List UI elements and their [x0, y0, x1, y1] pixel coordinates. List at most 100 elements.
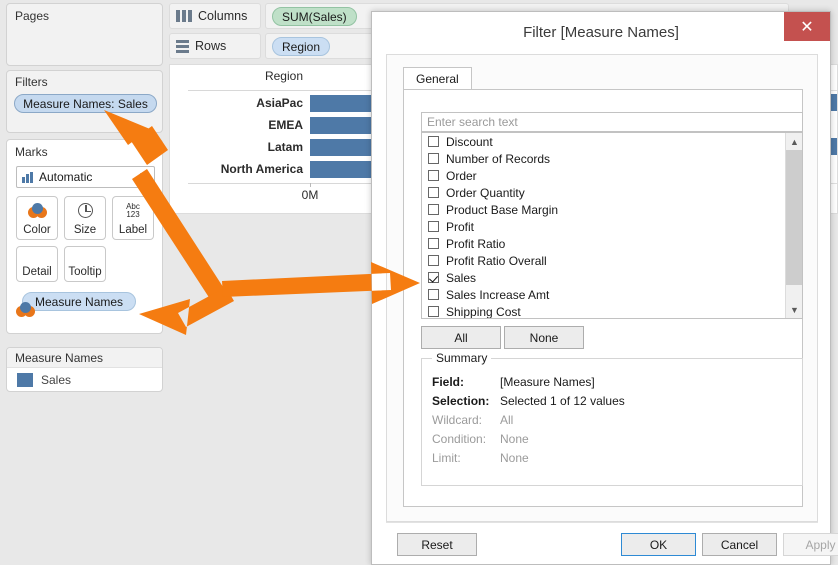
tab-strip: General	[403, 67, 472, 90]
list-item-label: Profit Ratio	[446, 237, 505, 251]
select-all-button[interactable]: All	[421, 326, 501, 349]
checkbox-unchecked[interactable]	[428, 255, 439, 266]
summary-row-key: Limit:	[432, 451, 494, 465]
checkbox-unchecked[interactable]	[428, 289, 439, 300]
legend-header: Measure Names	[7, 348, 162, 368]
list-item[interactable]: Sales	[422, 269, 802, 286]
marks-label-button[interactable]: Abc 123 Label	[112, 196, 154, 240]
ok-button[interactable]: OK	[621, 533, 696, 556]
checkbox-unchecked[interactable]	[428, 221, 439, 232]
apply-button: Apply	[783, 533, 838, 556]
footer-divider	[386, 522, 818, 523]
dialog-title-bar: Filter [Measure Names]	[372, 12, 830, 52]
legend-title: Measure Names	[15, 351, 103, 365]
marks-tooltip-button[interactable]: Tooltip	[64, 246, 106, 282]
list-item-label: Profit Ratio Overall	[446, 254, 547, 268]
list-item-label: Shipping Cost	[446, 305, 521, 319]
color-legend-card[interactable]: Measure Names Sales	[6, 347, 163, 392]
columns-pill-sum-sales[interactable]: SUM(Sales)	[272, 7, 357, 26]
legend-item[interactable]: Sales	[17, 373, 71, 387]
pages-card[interactable]: Pages	[6, 3, 163, 66]
pages-card-title: Pages	[15, 9, 49, 23]
marks-detail-label: Detail	[22, 266, 51, 278]
bar-category-label: AsiaPac	[198, 92, 303, 114]
checkbox-unchecked[interactable]	[428, 153, 439, 164]
summary-row-value: [Measure Names]	[500, 375, 595, 389]
summary-row-value: All	[500, 413, 513, 427]
marks-color-label: Color	[23, 224, 50, 236]
summary-row-key: Selection:	[432, 394, 494, 408]
list-item-label: Number of Records	[446, 152, 550, 166]
select-none-button[interactable]: None	[504, 326, 584, 349]
checkbox-checked[interactable]	[428, 272, 439, 283]
close-icon[interactable]: ✕	[784, 12, 830, 41]
legend-item-label: Sales	[41, 373, 71, 387]
list-item[interactable]: Discount	[422, 133, 802, 150]
chart-row-header-title: Region	[198, 69, 303, 83]
rows-label-text: Rows	[195, 39, 226, 53]
tab-general[interactable]: General	[403, 67, 472, 90]
legend-color-swatch	[17, 373, 33, 387]
list-item[interactable]: Profit Ratio	[422, 235, 802, 252]
summary-legend-label: Summary	[432, 351, 491, 365]
x-axis-tick-label: 0M	[302, 188, 319, 202]
list-item[interactable]: Order	[422, 167, 802, 184]
list-item[interactable]: Profit Ratio Overall	[422, 252, 802, 269]
summary-row-key: Wildcard:	[432, 413, 494, 427]
bar-chart-icon	[22, 172, 33, 183]
dialog-title-text: Filter [Measure Names]	[523, 24, 679, 41]
marks-color-button[interactable]: Color	[16, 196, 58, 240]
list-scrollbar[interactable]: ▲ ▼	[785, 133, 802, 318]
checkbox-unchecked[interactable]	[428, 187, 439, 198]
checkbox-unchecked[interactable]	[428, 204, 439, 215]
rows-pill-region[interactable]: Region	[272, 37, 330, 56]
list-item-label: Order	[446, 169, 477, 183]
filters-card-title: Filters	[15, 75, 48, 89]
search-input[interactable]: Enter search text	[421, 112, 803, 132]
list-item-label: Sales	[446, 271, 476, 285]
marks-card[interactable]: Marks Automatic ▼ Color Size Abc 123 Lab…	[6, 139, 163, 334]
filter-pill-measure-names[interactable]: Measure Names: Sales	[14, 94, 157, 113]
mark-type-value: Automatic	[39, 170, 92, 184]
list-item-label: Discount	[446, 135, 493, 149]
list-item[interactable]: Order Quantity	[422, 184, 802, 201]
chevron-down-icon[interactable]: ▼	[786, 301, 803, 318]
checkbox-unchecked[interactable]	[428, 170, 439, 181]
mark-type-dropdown[interactable]: Automatic ▼	[16, 166, 155, 188]
marks-pill-measure-names[interactable]: Measure Names	[22, 292, 136, 311]
summary-row-key: Field:	[432, 375, 494, 389]
summary-row-value: None	[500, 432, 529, 446]
list-item-label: Product Base Margin	[446, 203, 558, 217]
reset-button[interactable]: Reset	[397, 533, 477, 556]
rows-icon	[176, 40, 189, 53]
columns-icon	[176, 10, 192, 22]
list-item-label: Profit	[446, 220, 474, 234]
list-item[interactable]: Number of Records	[422, 150, 802, 167]
chevron-up-icon[interactable]: ▲	[786, 133, 803, 150]
cancel-button[interactable]: Cancel	[702, 533, 777, 556]
scrollbar-thumb[interactable]	[786, 150, 803, 285]
bar-category-label: North America	[198, 158, 303, 180]
checkbox-unchecked[interactable]	[428, 136, 439, 147]
marks-size-button[interactable]: Size	[64, 196, 106, 240]
tab-panel-general: Enter search text Discount Number of Reco…	[403, 89, 803, 507]
marks-size-label: Size	[74, 224, 96, 236]
size-pie-icon	[65, 197, 105, 224]
marks-detail-button[interactable]: Detail	[16, 246, 58, 282]
list-item[interactable]: Product Base Margin	[422, 201, 802, 218]
checkbox-unchecked[interactable]	[428, 238, 439, 249]
summary-group: Summary Field:[Measure Names]Selection:S…	[421, 358, 803, 486]
abc-123-icon: Abc 123	[113, 197, 153, 224]
marks-label-label: Label	[119, 224, 147, 236]
bar-category-label: EMEA	[198, 114, 303, 136]
checkbox-unchecked[interactable]	[428, 306, 439, 317]
filter-dialog[interactable]: Filter [Measure Names] ✕ General Enter s…	[371, 11, 831, 565]
measure-names-list[interactable]: Discount Number of Records OrderOrder Quan…	[421, 132, 803, 319]
list-item[interactable]: Sales Increase Amt	[422, 286, 802, 303]
summary-row-value: None	[500, 451, 529, 465]
list-item[interactable]: Shipping Cost	[422, 303, 802, 319]
list-item[interactable]: Profit	[422, 218, 802, 235]
rows-shelf-label: Rows	[169, 33, 261, 59]
filters-card[interactable]: Filters Measure Names: Sales	[6, 70, 163, 133]
summary-row-value: Selected 1 of 12 values	[500, 394, 625, 408]
